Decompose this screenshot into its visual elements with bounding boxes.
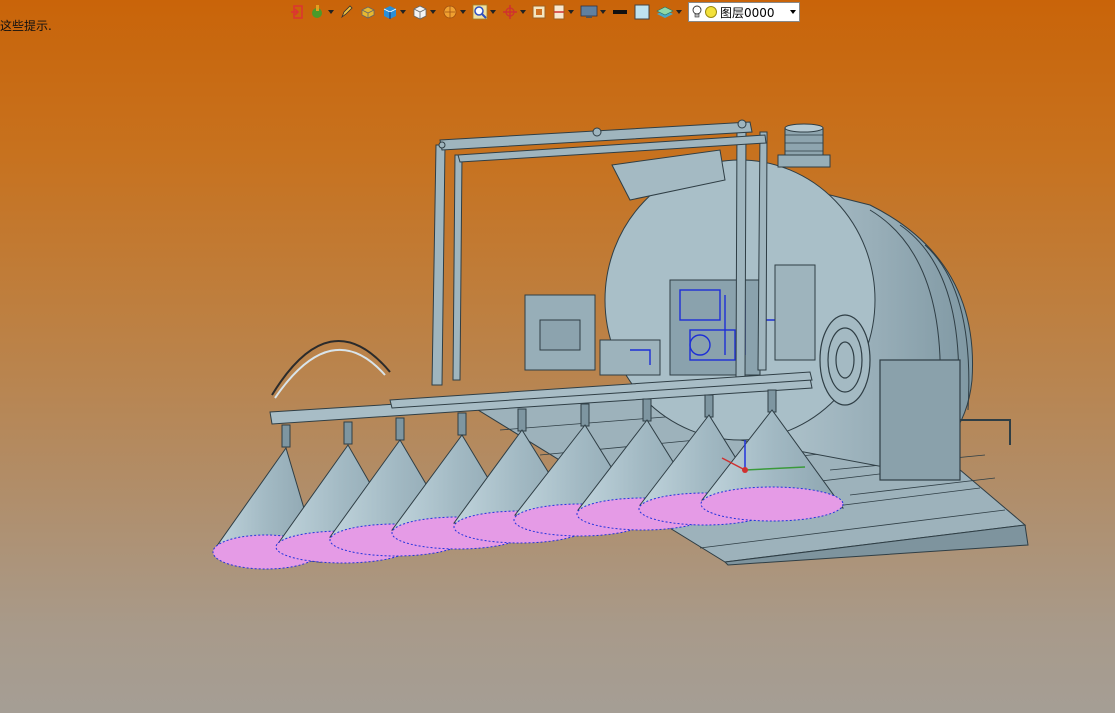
frame-icon[interactable] [530,2,548,22]
sun-icon [705,6,717,18]
monitor-icon[interactable] [578,2,608,22]
main-toolbar: 图层0000 [288,1,800,23]
color-swatch-icon[interactable] [632,2,652,22]
solid-icon[interactable] [358,2,378,22]
layer-stack-icon[interactable] [654,2,684,22]
line-icon[interactable] [610,2,630,22]
cone-base [700,486,844,522]
lightbulb-icon [692,5,702,18]
paint-icon[interactable] [308,2,336,22]
layer-dropdown[interactable]: 图层0000 [688,2,800,22]
3d-viewport[interactable] [0,24,1115,713]
cube-shaded-icon[interactable] [380,2,408,22]
zoom-icon[interactable] [470,2,498,22]
render-icon[interactable] [440,2,468,22]
chevron-down-icon[interactable] [790,10,796,14]
pencil-icon[interactable] [338,2,356,22]
cube-wire-icon[interactable] [410,2,438,22]
section-icon[interactable] [550,2,576,22]
layer-dropdown-label: 图层0000 [720,5,775,20]
exit-icon[interactable] [288,2,306,22]
axis-icon[interactable] [500,2,528,22]
